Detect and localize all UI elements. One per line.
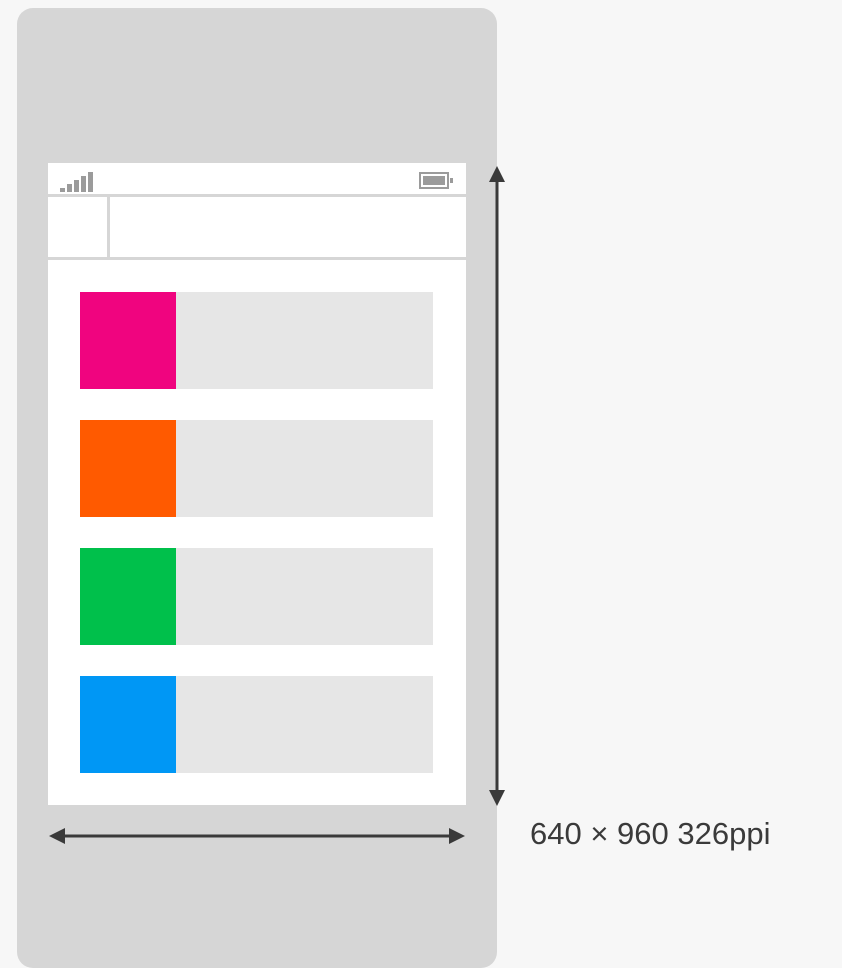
height-arrow — [489, 166, 505, 806]
resolution-label: 640 × 960 326ppi — [530, 816, 771, 851]
width-arrow — [49, 828, 465, 844]
